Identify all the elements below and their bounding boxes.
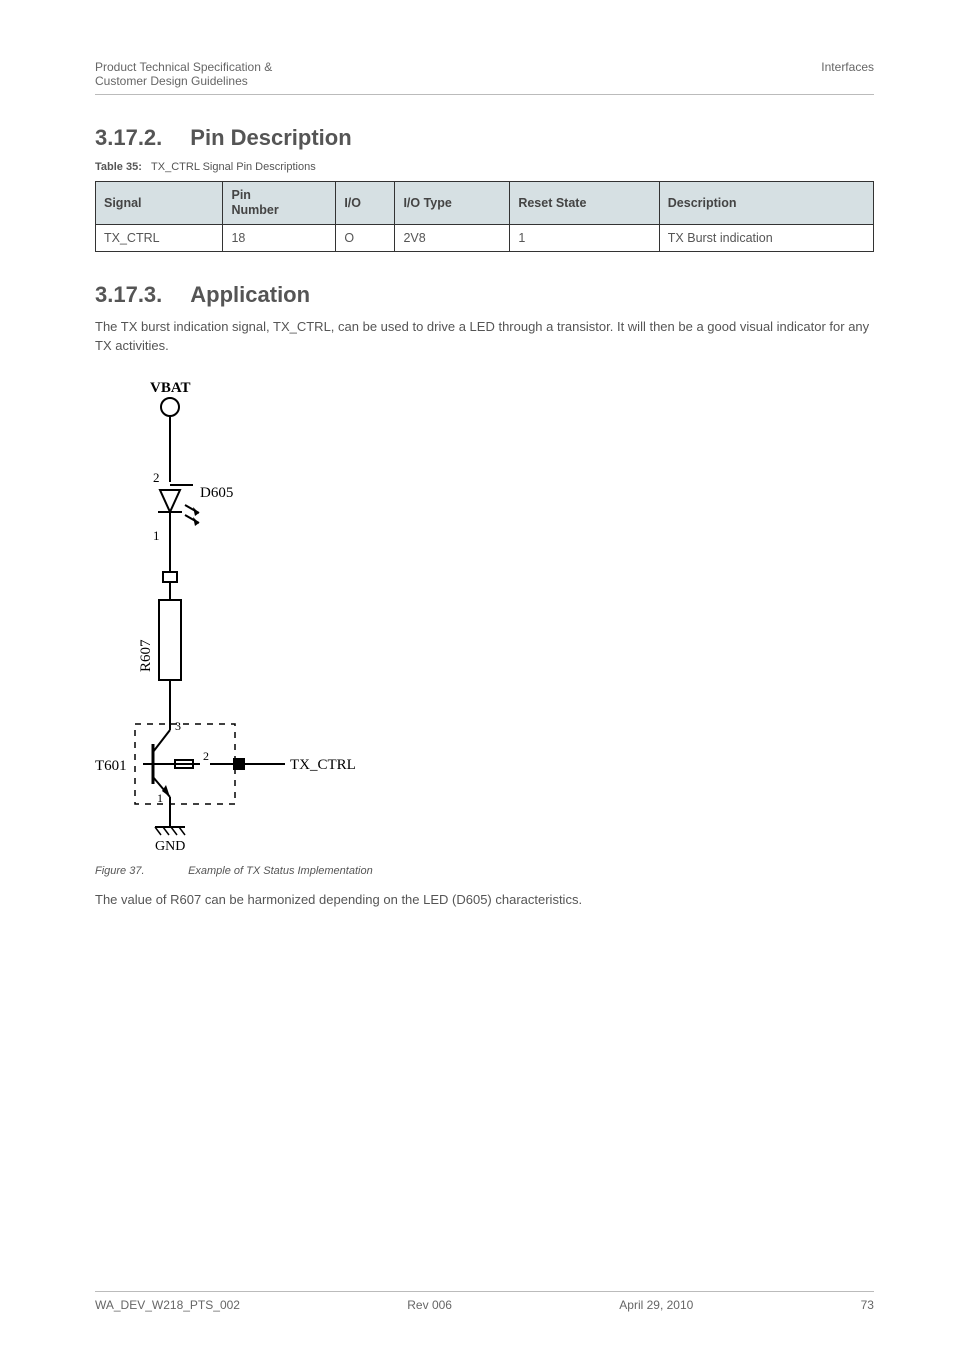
label-r607: R607 xyxy=(138,639,154,672)
td-description: TX Burst indication xyxy=(659,225,873,252)
label-node-2: 2 xyxy=(153,470,160,485)
label-node-1-bot: 1 xyxy=(157,791,163,805)
footer-rule xyxy=(95,1291,874,1292)
emitter-arrow-icon xyxy=(162,785,170,797)
header-rule xyxy=(95,94,874,95)
label-node-1: 1 xyxy=(153,528,160,543)
header-right: Interfaces xyxy=(821,60,874,88)
post-figure-paragraph: The value of R607 can be harmonized depe… xyxy=(95,891,874,910)
table35-caption: Table 35: TX_CTRL Signal Pin Description… xyxy=(95,161,874,173)
figure37-caption-text: Example of TX Status Implementation xyxy=(188,865,373,877)
th-signal-text: Signal xyxy=(104,196,142,210)
table35: Signal Pin Number I/O I/O Type Reset Sta… xyxy=(95,181,874,252)
gnd-hatch xyxy=(155,827,161,835)
table35-header-row: Signal Pin Number I/O I/O Type Reset Sta… xyxy=(96,182,874,225)
label-d605: D605 xyxy=(200,485,233,501)
page-footer: WA_DEV_W218_PTS_002 Rev 006 April 29, 20… xyxy=(95,1291,874,1312)
figure37-caption: Figure 37. Example of TX Status Implemen… xyxy=(95,865,874,877)
resistor-top-box xyxy=(163,572,177,582)
th-pin-number-l2: Number xyxy=(231,203,327,218)
figure37-schematic: VBAT 2 D605 1 xyxy=(95,372,395,852)
header-left-line1: Product Technical Specification & xyxy=(95,60,272,74)
th-reset-state-text: Reset State xyxy=(518,196,586,210)
label-node-3: 3 xyxy=(175,719,181,733)
th-io: I/O xyxy=(336,182,395,225)
section-number: 3.17.2. xyxy=(95,125,162,151)
figure37-caption-label: Figure 37. xyxy=(95,865,185,877)
footer-rev: Rev 006 xyxy=(407,1298,452,1312)
gnd-hatch xyxy=(163,827,169,835)
header-left: Product Technical Specification & Custom… xyxy=(95,60,272,88)
label-tx-ctrl: TX_CTRL xyxy=(290,757,356,773)
table-row: TX_CTRL 18 O 2V8 1 TX Burst indication xyxy=(96,225,874,252)
table35-caption-label: Table 35: xyxy=(95,161,142,173)
td-pin-number: 18 xyxy=(223,225,336,252)
wire xyxy=(153,730,170,752)
footer-doc-id: WA_DEV_W218_PTS_002 xyxy=(95,1298,240,1312)
th-pin-number: Pin Number xyxy=(223,182,336,225)
section-title-text: Application xyxy=(190,282,310,307)
th-reset-state: Reset State xyxy=(510,182,659,225)
td-reset-state: 1 xyxy=(510,225,659,252)
label-node-2-mid: 2 xyxy=(203,749,209,763)
section-number: 3.17.3. xyxy=(95,282,162,308)
th-io-type-text: I/O Type xyxy=(403,196,451,210)
gnd-hatch xyxy=(179,827,185,835)
td-io: O xyxy=(336,225,395,252)
label-vbat: VBAT xyxy=(150,380,191,396)
section-pin-description-heading: 3.17.2. Pin Description xyxy=(95,125,874,151)
th-pin-number-l1: Pin xyxy=(231,188,327,203)
figure37: VBAT 2 D605 1 xyxy=(95,372,874,857)
tx-ctrl-pin xyxy=(233,758,245,770)
th-io-text: I/O xyxy=(344,196,361,210)
header-left-line2: Customer Design Guidelines xyxy=(95,74,272,88)
footer-page: 73 xyxy=(861,1298,874,1312)
led-icon xyxy=(160,490,180,512)
application-paragraph: The TX burst indication signal, TX_CTRL,… xyxy=(95,318,874,356)
gnd-hatch xyxy=(171,827,177,835)
page-header: Product Technical Specification & Custom… xyxy=(95,60,874,88)
th-description-text: Description xyxy=(668,196,737,210)
section-title-text: Pin Description xyxy=(190,125,351,150)
label-t601: T601 xyxy=(95,758,127,774)
th-io-type: I/O Type xyxy=(395,182,510,225)
footer-date: April 29, 2010 xyxy=(619,1298,693,1312)
th-signal: Signal xyxy=(96,182,223,225)
vbat-node-icon xyxy=(161,398,179,416)
resistor-r607 xyxy=(159,600,181,680)
th-description: Description xyxy=(659,182,873,225)
table35-caption-text: TX_CTRL Signal Pin Descriptions xyxy=(151,161,316,173)
label-gnd: GND xyxy=(155,839,185,852)
section-application-heading: 3.17.3. Application xyxy=(95,282,874,308)
td-io-type: 2V8 xyxy=(395,225,510,252)
td-signal: TX_CTRL xyxy=(96,225,223,252)
